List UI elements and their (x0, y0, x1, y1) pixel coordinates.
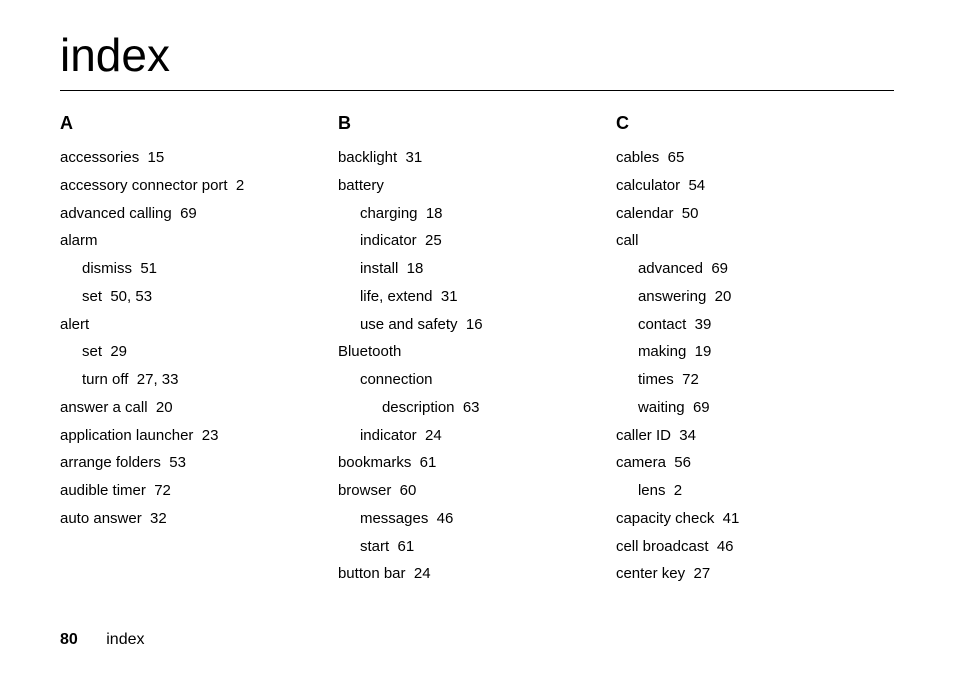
index-entry: install 18 (338, 255, 596, 283)
index-entry: application launcher 23 (60, 422, 318, 450)
index-entry: connection (338, 366, 596, 394)
index-entry: Bluetooth (338, 338, 596, 366)
index-entry: answer a call 20 (60, 394, 318, 422)
index-entry: set 29 (60, 338, 318, 366)
index-entry: advanced calling 69 (60, 200, 318, 228)
index-entry: description 63 (338, 394, 596, 422)
index-entries: cables 65calculator 54calendar 50calladv… (616, 144, 874, 588)
index-entry: alert (60, 311, 318, 339)
index-entry: charging 18 (338, 200, 596, 228)
index-entry: caller ID 34 (616, 422, 874, 450)
index-column: Aaccessories 15accessory connector port … (60, 113, 338, 588)
index-entry: indicator 24 (338, 422, 596, 450)
title-rule (60, 90, 894, 91)
index-entry: backlight 31 (338, 144, 596, 172)
index-entry: cell broadcast 46 (616, 533, 874, 561)
index-entry: waiting 69 (616, 394, 874, 422)
index-entry: calendar 50 (616, 200, 874, 228)
index-entry: alarm (60, 227, 318, 255)
index-entries: accessories 15accessory connector port 2… (60, 144, 318, 533)
index-column: Ccables 65calculator 54calendar 50callad… (616, 113, 894, 588)
index-entry: cables 65 (616, 144, 874, 172)
index-entry: browser 60 (338, 477, 596, 505)
index-entry: auto answer 32 (60, 505, 318, 533)
index-entry: audible timer 72 (60, 477, 318, 505)
index-letter: B (338, 113, 596, 134)
index-entry: bookmarks 61 (338, 449, 596, 477)
index-entry: answering 20 (616, 283, 874, 311)
index-column: Bbacklight 31batterycharging 18indicator… (338, 113, 616, 588)
index-entry: set 50, 53 (60, 283, 318, 311)
index-entry: capacity check 41 (616, 505, 874, 533)
index-entry: center key 27 (616, 560, 874, 588)
index-entry: life, extend 31 (338, 283, 596, 311)
index-entry: camera 56 (616, 449, 874, 477)
index-entry: making 19 (616, 338, 874, 366)
index-entry: contact 39 (616, 311, 874, 339)
index-entry: use and safety 16 (338, 311, 596, 339)
index-columns: Aaccessories 15accessory connector port … (60, 113, 894, 588)
index-entry: turn off 27, 33 (60, 366, 318, 394)
page-number: 80 (60, 631, 78, 648)
footer-section: index (106, 631, 144, 648)
index-entry: accessories 15 (60, 144, 318, 172)
index-entry: indicator 25 (338, 227, 596, 255)
index-entry: button bar 24 (338, 560, 596, 588)
index-entry: calculator 54 (616, 172, 874, 200)
page-title: index (60, 28, 894, 82)
index-entries: backlight 31batterycharging 18indicator … (338, 144, 596, 588)
index-entry: start 61 (338, 533, 596, 561)
index-entry: advanced 69 (616, 255, 874, 283)
index-entry: messages 46 (338, 505, 596, 533)
index-letter: C (616, 113, 874, 134)
index-letter: A (60, 113, 318, 134)
index-entry: times 72 (616, 366, 874, 394)
index-entry: lens 2 (616, 477, 874, 505)
index-entry: battery (338, 172, 596, 200)
page: index Aaccessories 15accessory connector… (0, 0, 954, 675)
index-entry: dismiss 51 (60, 255, 318, 283)
index-entry: accessory connector port 2 (60, 172, 318, 200)
index-entry: call (616, 227, 874, 255)
page-footer: 80 index (60, 631, 145, 649)
index-entry: arrange folders 53 (60, 449, 318, 477)
